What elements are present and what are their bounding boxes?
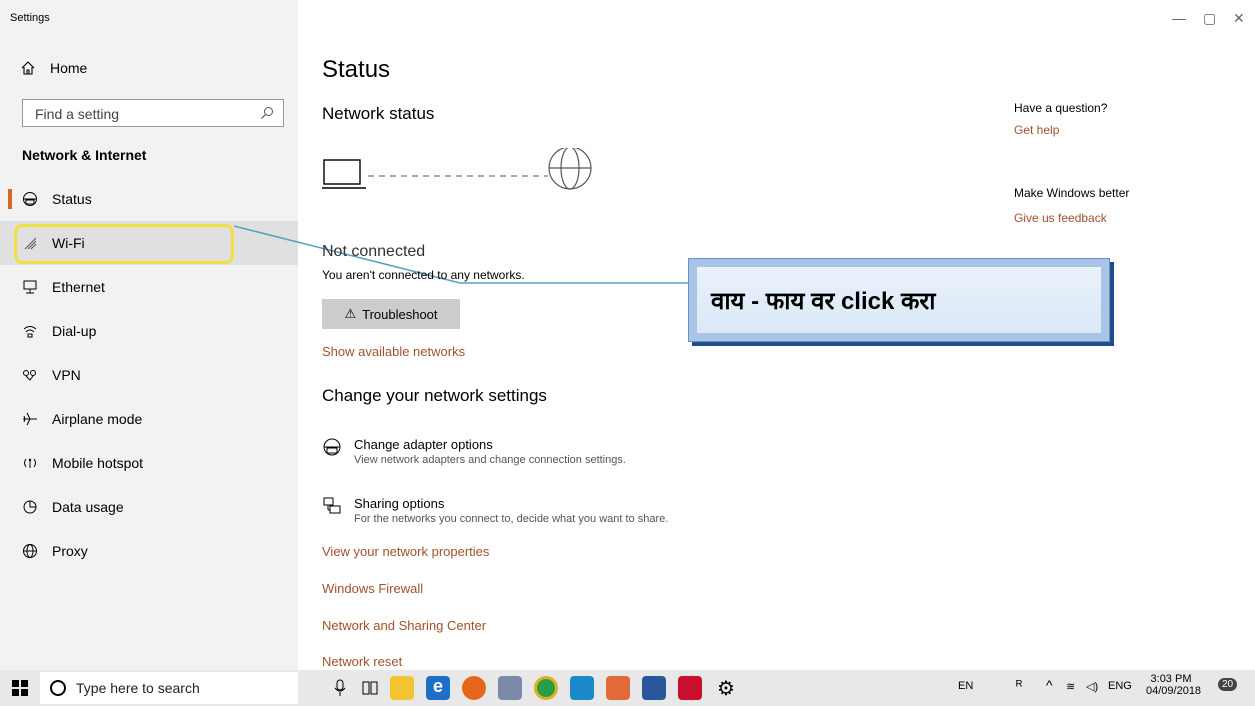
warning-icon: ⚠ (344, 306, 357, 321)
app-icon[interactable] (606, 676, 630, 700)
clock-date: 04/09/2018 (1146, 685, 1202, 697)
input-language[interactable]: ENG (1108, 680, 1132, 692)
callout-text: वाय - फाय वर click करा (697, 267, 1101, 333)
acrobat-icon[interactable] (678, 676, 702, 700)
lang-indicator[interactable]: EN (958, 680, 973, 692)
microphone-icon[interactable] (328, 676, 352, 700)
help-question: Have a question? (1014, 101, 1108, 115)
chevron-up-icon[interactable]: ^ (1046, 677, 1053, 693)
app-icon[interactable] (498, 676, 522, 700)
app-icon[interactable] (570, 676, 594, 700)
people-icon[interactable]: ᴿ (1016, 677, 1022, 693)
get-help-link[interactable]: Get help (1014, 123, 1059, 137)
make-better-text: Make Windows better (1014, 186, 1130, 200)
sharing-center-link[interactable]: Network and Sharing Center (322, 618, 486, 633)
firefox-icon[interactable] (462, 676, 486, 700)
adapter-options-desc: View network adapters and change connect… (354, 454, 626, 466)
file-explorer-icon[interactable] (390, 676, 414, 700)
network-properties-link[interactable]: View your network properties (322, 544, 489, 559)
network-reset-link[interactable]: Network reset (322, 654, 402, 669)
not-connected-desc: You aren't connected to any networks. (322, 268, 525, 282)
clock-time: 3:03 PM (1150, 673, 1192, 685)
word-icon[interactable] (642, 676, 666, 700)
globe-icon (548, 148, 592, 190)
volume-icon[interactable]: ◁) (1086, 680, 1098, 693)
taskbar: Type here to search e ⚙ EN ᴿ ^ ≋ ◁) ENG … (0, 670, 1255, 706)
network-diagram (322, 148, 592, 190)
settings-gear-icon[interactable]: ⚙ (714, 676, 738, 700)
windows-firewall-link[interactable]: Windows Firewall (322, 581, 423, 596)
adapter-options[interactable]: Change adapter options View network adap… (322, 437, 626, 466)
wifi-tray-icon[interactable]: ≋ (1066, 680, 1075, 693)
sharing-options-desc: For the networks you connect to, decide … (354, 513, 669, 525)
taskbar-search[interactable]: Type here to search (40, 672, 298, 704)
not-connected-title: Not connected (322, 243, 426, 260)
feedback-link[interactable]: Give us feedback (1014, 211, 1107, 225)
laptop-icon (322, 159, 366, 189)
taskbar-search-placeholder: Type here to search (76, 680, 200, 696)
page-title: Status (322, 56, 391, 83)
windows-start-icon[interactable] (10, 678, 30, 698)
edge-icon[interactable]: e (426, 676, 450, 700)
network-status-heading: Network status (322, 104, 435, 123)
adapter-options-title: Change adapter options (354, 437, 493, 452)
notifications-icon[interactable]: 20 (1218, 678, 1238, 691)
sharing-icon (322, 496, 346, 525)
change-settings-heading: Change your network settings (322, 386, 547, 405)
troubleshoot-button[interactable]: ⚠ Troubleshoot (322, 299, 460, 329)
sharing-options[interactable]: Sharing options For the networks you con… (322, 496, 668, 525)
task-view-icon[interactable] (358, 676, 382, 700)
show-networks-link[interactable]: Show available networks (322, 344, 465, 359)
notification-count: 20 (1218, 678, 1238, 691)
chrome-icon[interactable] (534, 676, 558, 700)
sharing-options-title: Sharing options (354, 496, 445, 511)
instruction-callout: वाय - फाय वर click करा (688, 258, 1110, 342)
cortana-circle-icon (50, 680, 66, 696)
adapter-icon (322, 437, 346, 466)
troubleshoot-label: Troubleshoot (362, 306, 438, 322)
clock[interactable]: 3:03 PM 04/09/2018 (1146, 673, 1202, 697)
